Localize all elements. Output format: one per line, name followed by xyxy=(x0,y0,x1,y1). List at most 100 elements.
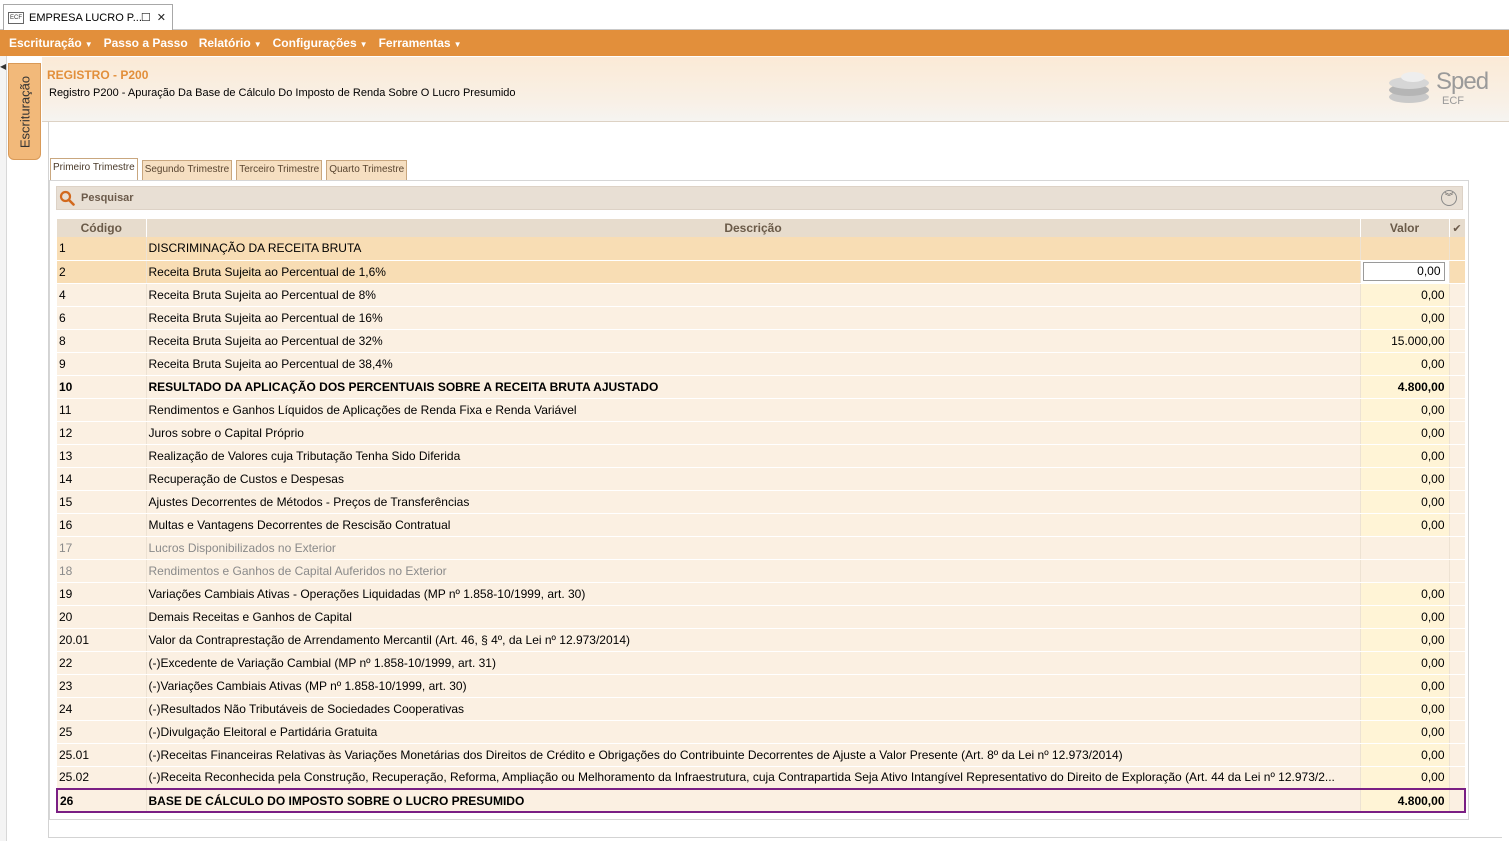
register-title: REGISTRO - P200 xyxy=(47,68,149,82)
row-code: 22 xyxy=(57,651,147,675)
row-value[interactable]: 0,00 xyxy=(1360,398,1450,422)
table-row[interactable]: 24 (-)Resultados Não Tributáveis de Socie… xyxy=(57,697,1465,721)
row-value[interactable]: 0,00 xyxy=(1360,352,1450,376)
table-row[interactable]: 12 Juros sobre o Capital Próprio 0,00 xyxy=(57,421,1465,445)
menu-item-4[interactable]: Ferramentas ▼ xyxy=(379,36,462,50)
row-code: 8 xyxy=(57,329,147,353)
sped-logo-text: Sped xyxy=(1436,68,1489,95)
row-value[interactable]: 0,00 xyxy=(1360,490,1450,514)
menu-item-0[interactable]: Escrituração ▼ xyxy=(9,36,93,50)
row-code: 25 xyxy=(57,720,147,744)
table-row[interactable]: 10 RESULTADO DA APLICAÇÃO DOS PERCENTUAIS… xyxy=(57,375,1465,399)
row-description: Receita Bruta Sujeita ao Percentual de 1… xyxy=(146,306,1361,330)
table-row[interactable]: 4 Receita Bruta Sujeita ao Percentual de … xyxy=(57,283,1465,307)
table-row[interactable]: 13 Realização de Valores cuja Tributação … xyxy=(57,444,1465,468)
row-check xyxy=(1449,766,1465,790)
row-code: 15 xyxy=(57,490,147,514)
left-collapse-strip[interactable]: ◀ xyxy=(0,56,7,841)
table-row[interactable]: 1 DISCRIMINAÇÃO DA RECEITA BRUTA xyxy=(57,237,1465,261)
table-row[interactable]: 11 Rendimentos e Ganhos Líquidos de Aplic… xyxy=(57,398,1465,422)
menu-item-3[interactable]: Configurações ▼ xyxy=(273,36,368,50)
table-row[interactable]: 15 Ajustes Decorrentes de Métodos - Preço… xyxy=(57,490,1465,514)
row-description: Lucros Disponibilizados no Exterior xyxy=(146,536,1361,560)
tab-quarter-1[interactable]: Primeiro Trimestre xyxy=(50,158,138,180)
column-header-value[interactable]: Valor xyxy=(1360,219,1450,237)
collapse-arrow-icon[interactable]: ◀ xyxy=(0,62,6,71)
close-icon[interactable]: ✕ xyxy=(157,11,166,24)
row-value[interactable]: 0,00 xyxy=(1360,628,1450,652)
table-row[interactable]: 14 Recuperação de Custos e Despesas 0,00 xyxy=(57,467,1465,491)
row-value[interactable]: 15.000,00 xyxy=(1360,329,1450,353)
value-edit-field[interactable]: 0,00 xyxy=(1362,262,1445,281)
table-row[interactable]: 6 Receita Bruta Sujeita ao Percentual de … xyxy=(57,306,1465,330)
row-description: DISCRIMINAÇÃO DA RECEITA BRUTA xyxy=(146,237,1361,261)
tab-quarter-4[interactable]: Quarto Trimestre xyxy=(326,160,408,180)
quarter-tabs: Primeiro Trimestre Segundo Trimestre Terce… xyxy=(50,158,411,180)
column-header-description[interactable]: Descrição xyxy=(146,219,1361,237)
table-row[interactable]: 2 Receita Bruta Sujeita ao Percentual de … xyxy=(57,260,1465,284)
row-value[interactable]: 4.800,00 xyxy=(1360,788,1450,813)
table-row[interactable]: 25 (-)Divulgação Eleitoral e Partidária G… xyxy=(57,720,1465,744)
row-value[interactable]: 0,00 xyxy=(1360,283,1450,307)
table-row[interactable]: 18 Rendimentos e Ganhos de Capital Auferi… xyxy=(57,559,1465,583)
row-check xyxy=(1449,260,1465,284)
column-header-check-icon[interactable]: ✔ xyxy=(1449,219,1466,237)
row-code: 6 xyxy=(57,306,147,330)
row-value[interactable]: 0,00 xyxy=(1360,743,1450,767)
search-bar[interactable]: Pesquisar ︾ xyxy=(56,186,1463,210)
window-tab[interactable]: ECF EMPRESA LUCRO P... ☐ ✕ xyxy=(3,4,173,30)
row-description: (-)Receitas Financeiras Relativas às Var… xyxy=(146,743,1361,767)
row-value[interactable]: 0,00 xyxy=(1360,260,1450,284)
row-description: (-)Divulgação Eleitoral e Partidária Gra… xyxy=(146,720,1361,744)
row-check xyxy=(1449,559,1465,583)
table-row[interactable]: 8 Receita Bruta Sujeita ao Percentual de … xyxy=(57,329,1465,353)
table-row[interactable]: 17 Lucros Disponibilizados no Exterior xyxy=(57,536,1465,560)
row-value[interactable]: 0,00 xyxy=(1360,444,1450,468)
row-description: (-)Variações Cambiais Ativas (MP nº 1.85… xyxy=(146,674,1361,698)
row-value[interactable]: 0,00 xyxy=(1360,513,1450,537)
table-row[interactable]: 25.02 (-)Receita Reconhecida pela Constru… xyxy=(57,766,1465,790)
table-row[interactable]: 19 Variações Cambiais Ativas - Operações … xyxy=(57,582,1465,606)
row-value[interactable]: 0,00 xyxy=(1360,467,1450,491)
menu-item-label: Configurações xyxy=(272,36,357,50)
check-icon: ✔ xyxy=(1452,223,1462,235)
table-row[interactable]: 26 BASE DE CÁLCULO DO IMPOSTO SOBRE O LUC… xyxy=(56,788,1466,813)
maximize-icon[interactable]: ☐ xyxy=(141,11,151,24)
row-code: 24 xyxy=(57,697,147,721)
row-value[interactable]: 0,00 xyxy=(1360,306,1450,330)
menu-item-1[interactable]: Passo a Passo xyxy=(104,36,188,50)
table-row[interactable]: 9 Receita Bruta Sujeita ao Percentual de … xyxy=(57,352,1465,376)
row-value[interactable]: 0,00 xyxy=(1360,421,1450,445)
table-row[interactable]: 22 (-)Excedente de Variação Cambial (MP n… xyxy=(57,651,1465,675)
table-row[interactable]: 20 Demais Receitas e Ganhos de Capital 0,0… xyxy=(57,605,1465,629)
table-row[interactable]: 25.01 (-)Receitas Financeiras Relativas à… xyxy=(57,743,1465,767)
row-code: 16 xyxy=(57,513,147,537)
row-value[interactable]: 0,00 xyxy=(1360,582,1450,606)
menu-item-2[interactable]: Relatório ▼ xyxy=(199,36,262,50)
row-description: Recuperação de Custos e Despesas xyxy=(146,467,1361,491)
tab-quarter-2[interactable]: Segundo Trimestre xyxy=(141,160,233,180)
row-check xyxy=(1449,513,1465,537)
table-row[interactable]: 20.01 Valor da Contraprestação de Arrenda… xyxy=(57,628,1465,652)
row-code: 23 xyxy=(57,674,147,698)
table-row[interactable]: 23 (-)Variações Cambiais Ativas (MP nº 1.… xyxy=(57,674,1465,698)
row-value[interactable]: 0,00 xyxy=(1360,766,1450,790)
search-icon[interactable] xyxy=(59,190,75,206)
row-value[interactable]: 0,00 xyxy=(1360,651,1450,675)
row-code: 14 xyxy=(57,467,147,491)
row-value[interactable]: 0,00 xyxy=(1360,605,1450,629)
row-value xyxy=(1360,559,1450,583)
row-value[interactable]: 0,00 xyxy=(1360,720,1450,744)
register-header: REGISTRO - P200 Registro P200 - Apuração… xyxy=(42,57,1509,122)
column-header-code[interactable]: Código xyxy=(57,219,147,237)
side-tab-escrituracao[interactable]: Escrituração xyxy=(8,63,41,160)
row-value[interactable]: 4.800,00 xyxy=(1360,375,1450,399)
table-row[interactable]: 16 Multas e Vantagens Decorrentes de Resc… xyxy=(57,513,1465,537)
row-check xyxy=(1449,697,1465,721)
ecf-logo-text: ECF xyxy=(1442,95,1464,107)
window-tab-title: EMPRESA LUCRO P... xyxy=(29,11,141,24)
expand-search-icon[interactable]: ︾ xyxy=(1441,190,1457,206)
row-value[interactable]: 0,00 xyxy=(1360,697,1450,721)
row-value[interactable]: 0,00 xyxy=(1360,674,1450,698)
tab-quarter-3[interactable]: Terceiro Trimestre xyxy=(236,160,323,180)
